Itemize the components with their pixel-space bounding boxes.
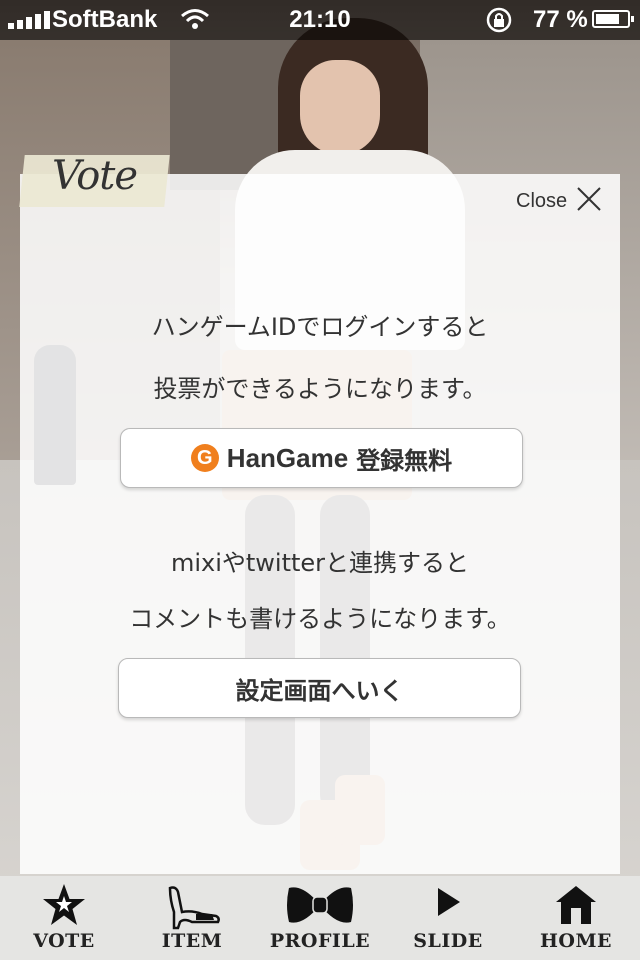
- vote-overlay-panel: [20, 174, 620, 874]
- play-icon: [428, 882, 468, 926]
- star-icon: [41, 882, 87, 932]
- social-message-line2: コメントも書けるようになります。: [129, 605, 511, 633]
- settings-button-label: 設定画面へいく: [235, 676, 404, 705]
- tab-vote-label: VOTE: [33, 930, 95, 952]
- battery-icon: [592, 10, 634, 28]
- status-bar: SoftBank 21:10 77 %: [0, 0, 640, 40]
- login-message-line2: 投票ができるようになります。: [153, 375, 487, 403]
- close-label: Close: [516, 189, 568, 212]
- close-button[interactable]: Close: [516, 185, 603, 217]
- tab-profile-label: PROFILE: [269, 930, 371, 952]
- hangame-button-label: 登録無料: [356, 446, 453, 475]
- tab-item[interactable]: ITEM: [128, 876, 256, 960]
- rotation-lock-icon: [484, 6, 514, 41]
- close-icon: [575, 185, 603, 217]
- login-message-line1: ハンゲームIDでログインすると: [151, 313, 489, 341]
- tab-slide[interactable]: SLIDE: [384, 876, 512, 960]
- vote-title: Vote: [52, 153, 138, 199]
- tab-home-label: HOME: [539, 930, 613, 952]
- hangame-logo-icon: G: [190, 444, 219, 472]
- social-message-line1: mixiやtwitterと連携すると: [170, 549, 470, 577]
- tab-profile[interactable]: PROFILE: [256, 876, 384, 960]
- tab-slide-label: SLIDE: [413, 930, 483, 952]
- high-heel-icon: [162, 882, 222, 934]
- hangame-register-button[interactable]: G HanGame 登録無料: [120, 428, 523, 488]
- tab-home[interactable]: HOME: [512, 876, 640, 960]
- bow-icon: [285, 882, 355, 932]
- house-icon: [554, 882, 598, 930]
- hangame-brand: HanGame: [226, 442, 349, 473]
- tab-bar: VOTE ITEM PROFILE SLIDE HOME: [0, 876, 640, 960]
- tab-vote[interactable]: VOTE: [0, 876, 128, 960]
- battery-percent: 77 %: [533, 6, 588, 33]
- settings-button[interactable]: 設定画面へいく: [118, 658, 521, 718]
